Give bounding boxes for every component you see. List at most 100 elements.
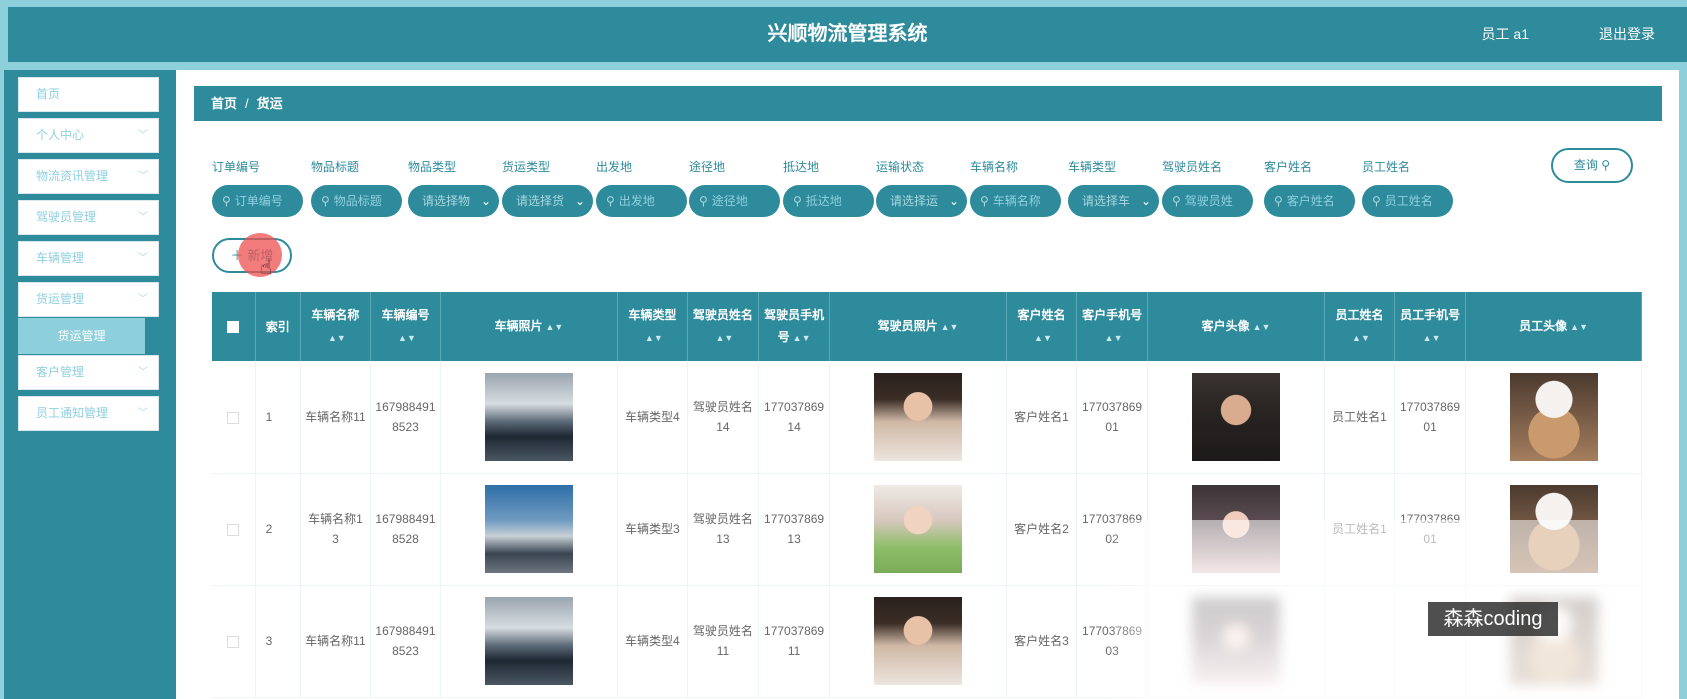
sort-icon[interactable]: ▲▼ [941,322,959,332]
customer-avatar[interactable] [1192,372,1281,461]
col-header[interactable]: 驾驶员手机号 ▲▼ [758,292,831,361]
sidebar-item-freight[interactable]: 货运管理 ﹀ [18,282,159,317]
vehicle-photo[interactable] [484,372,573,461]
breadcrumb-home[interactable]: 首页 [211,96,237,111]
filter-label: 驾驶员姓名 [1162,160,1223,174]
search-icon: ⚲ [1172,194,1181,208]
item-title-input[interactable]: ⚲ 物品标题 [311,185,402,217]
customer-name-input[interactable]: ⚲ 客户姓名 [1264,185,1355,217]
vehicle-photo-cell [440,361,618,474]
sidebar-item-profile[interactable]: 个人中心 ﹀ [18,118,159,153]
col-header[interactable]: 客户姓名 ▲▼ [1006,292,1078,361]
col-header[interactable]: 客户手机号 ▲▼ [1076,292,1149,361]
driver-photo[interactable] [874,485,963,573]
row-checkbox[interactable] [227,523,240,536]
search-icon: ⚲ [1601,158,1611,172]
employee-avatar-cell [1465,361,1642,474]
filter-label: 出发地 [596,160,633,174]
customer-phone-cell: 17703786901 [1076,361,1149,474]
col-header[interactable]: 驾驶员照片 ▲▼ [829,292,1007,361]
sort-icon[interactable]: ▲▼ [793,333,811,343]
sort-icon[interactable]: ▲▼ [1352,333,1370,343]
sort-icon[interactable]: ▲▼ [328,333,346,343]
input-placeholder: 途径地 [711,194,748,208]
vehicle-type-select[interactable]: 请选择车 ⌄ [1068,185,1159,217]
chevron-down-icon: ﹀ [138,253,148,264]
col-header[interactable]: 车辆名称 ▲▼ [300,292,371,361]
col-header[interactable]: 员工手机号 ▲▼ [1394,292,1467,361]
sort-icon[interactable]: ▲▼ [716,333,734,343]
col-header-label: 车辆编号 [381,308,430,322]
row-checkbox[interactable] [227,635,240,648]
transport-status-select[interactable]: 请选择运 ⌄ [876,185,967,217]
col-header[interactable]: 车辆编号 ▲▼ [370,292,442,361]
col-header[interactable]: 员工头像 ▲▼ [1465,292,1642,361]
row-select-cell[interactable] [212,585,256,698]
sidebar-item-drivers[interactable]: 驾驶员管理 ﹀ [18,200,159,235]
select-placeholder: 请选择物 [422,194,471,208]
sidebar-item-home[interactable]: 首页 [18,77,159,112]
sidebar-item-label: 货运管理 [36,292,85,306]
sidebar-subitem-freight[interactable]: 货运管理 [18,318,145,354]
col-header[interactable]: 员工姓名 ▲▼ [1324,292,1396,361]
sort-icon[interactable]: ▲▼ [398,333,416,343]
driver-phone-cell: 17703786914 [758,361,831,474]
sidebar-item-notices[interactable]: 员工通知管理 ﹀ [18,396,159,431]
input-placeholder: 订单编号 [234,194,283,208]
col-header-label: 客户头像 [1201,319,1250,333]
col-header[interactable]: 车辆类型 ▲▼ [617,292,688,361]
driver-name-cell: 驾驶员姓名11 [687,585,760,698]
filter-label: 物品标题 [311,160,360,174]
origin-input[interactable]: ⚲ 出发地 [596,185,687,217]
sidebar-item-vehicles[interactable]: 车辆管理 ﹀ [18,241,159,276]
row-checkbox[interactable] [227,411,240,424]
driver-photo[interactable] [874,597,963,685]
freight-type-select[interactable]: 请选择货 ⌄ [502,185,593,217]
sort-icon[interactable]: ▲▼ [1034,333,1052,343]
query-button[interactable]: 查询 ⚲ [1551,148,1633,183]
driver-photo[interactable] [874,372,963,461]
customer-name-cell: 客户姓名2 [1006,473,1078,586]
sidebar-item-label: 客户管理 [36,365,85,379]
via-input[interactable]: ⚲ 途径地 [689,185,780,217]
select-all-cell[interactable] [212,292,256,361]
sort-icon[interactable]: ▲▼ [1253,322,1271,332]
vehicle-no-cell: 1679884918523 [370,361,442,474]
driver-phone-cell: 17703786911 [758,585,831,698]
search-icon: ⚲ [222,194,231,208]
vehicle-name-input[interactable]: ⚲ 车辆名称 [970,185,1061,217]
item-type-select[interactable]: 请选择物 ⌄ [408,185,499,217]
sort-icon[interactable]: ▲▼ [1423,333,1441,343]
row-select-cell[interactable] [212,361,256,474]
col-header[interactable]: 客户头像 ▲▼ [1147,292,1325,361]
logout-link[interactable]: 退出登录 [1599,7,1655,62]
search-icon: ⚲ [980,194,989,208]
employee-name-input[interactable]: ⚲ 员工姓名 [1362,185,1453,217]
sort-icon[interactable]: ▲▼ [545,322,563,332]
driver-name-input[interactable]: ⚲ 驾驶员姓 [1162,185,1253,217]
employee-avatar[interactable] [1509,372,1598,461]
select-all-checkbox[interactable] [227,321,240,334]
vehicle-photo-cell [440,585,618,698]
sidebar-item-label: 车辆管理 [36,251,85,265]
sort-icon[interactable]: ▲▼ [1105,333,1123,343]
sidebar-item-news[interactable]: 物流资讯管理 ﹀ [18,159,159,194]
sort-icon[interactable]: ▲▼ [1570,322,1588,332]
destination-input[interactable]: ⚲ 抵达地 [783,185,874,217]
sidebar-item-customers[interactable]: 客户管理 ﹀ [18,355,159,390]
vehicle-photo[interactable] [484,597,573,685]
top-strip [0,0,1687,7]
app-header: 兴顺物流管理系统 员工 a1 退出登录 [8,7,1687,62]
sort-icon[interactable]: ▲▼ [645,333,663,343]
order-no-input[interactable]: ⚲ 订单编号 [212,185,303,217]
row-select-cell[interactable] [212,473,256,586]
vehicle-photo[interactable] [484,485,573,573]
breadcrumb: 首页 / 货运 [194,86,1662,121]
table-row[interactable]: 1 车辆名称11 1679884918523 车辆类型4 驾驶员姓名14 177… [212,361,1642,474]
col-header[interactable]: 驾驶员姓名 ▲▼ [687,292,760,361]
breadcrumb-current: 货运 [256,96,283,111]
col-header[interactable]: 车辆照片 ▲▼ [440,292,618,361]
sidebar-item-label: 个人中心 [36,128,85,142]
chevron-down-icon: ⌄ [948,194,959,208]
breadcrumb-separator: / [245,96,249,111]
